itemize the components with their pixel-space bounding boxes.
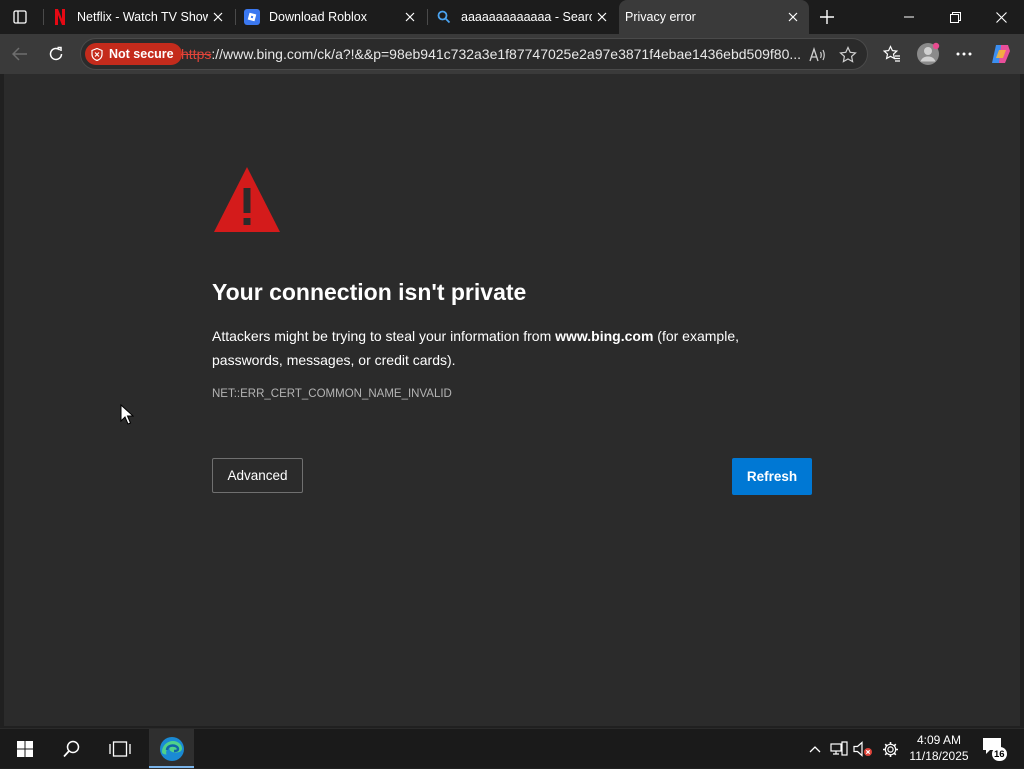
advanced-button[interactable]: Advanced — [212, 458, 303, 493]
roblox-icon — [244, 9, 260, 25]
minimize-button[interactable] — [886, 0, 932, 34]
url-text[interactable]: https://www.bing.com/ck/a?!&&p=98eb941c7… — [181, 46, 803, 62]
add-favorite-button[interactable] — [837, 44, 859, 66]
search-icon — [63, 740, 80, 758]
settings-tray-button[interactable] — [880, 739, 900, 759]
clock-date: 11/18/2025 — [909, 749, 969, 763]
browser-toolbar: Not secure https://www.bing.com/ck/a?!&&… — [0, 34, 1024, 74]
desc-text-1: Attackers might be trying to steal your … — [212, 328, 556, 344]
read-aloud-icon — [809, 47, 825, 62]
tab-netflix[interactable]: Netflix - Watch TV Shows Online — [44, 0, 234, 34]
volume-button[interactable] — [853, 739, 873, 759]
address-bar[interactable]: Not secure https://www.bing.com/ck/a?!&&… — [80, 38, 868, 70]
tab-actions-button[interactable] — [6, 5, 34, 29]
tab-title: Netflix - Watch TV Shows Online — [77, 10, 208, 24]
close-tab-icon[interactable] — [208, 7, 228, 27]
restore-icon — [949, 11, 961, 23]
volume-muted-icon — [853, 741, 872, 757]
tab-title: Privacy error — [625, 10, 696, 24]
network-button[interactable] — [829, 739, 849, 759]
windows-logo-icon — [17, 741, 33, 757]
copilot-icon — [992, 45, 1010, 63]
favorites-star-icon — [883, 45, 900, 62]
tab-title: aaaaaaaaaaaaa - Search — [461, 10, 592, 24]
page-title: Your connection isn't private — [212, 279, 527, 305]
settings-more-button[interactable] — [949, 39, 979, 69]
privacy-error-page: Your connection isn't private Attackers … — [4, 74, 1020, 726]
restore-button[interactable] — [932, 0, 978, 34]
tab-strip: Netflix - Watch TV Shows Online Download… — [0, 0, 1024, 34]
mouse-cursor-icon — [120, 404, 134, 425]
task-view-icon — [109, 741, 131, 757]
read-aloud-button[interactable] — [807, 44, 829, 66]
show-hidden-icons-button[interactable] — [805, 739, 825, 759]
close-tab-icon[interactable] — [592, 7, 612, 27]
error-description: Attackers might be trying to steal your … — [212, 324, 772, 372]
taskbar-edge-button[interactable] — [149, 729, 194, 769]
refresh-button[interactable]: Refresh — [732, 458, 812, 495]
close-tab-icon[interactable] — [783, 7, 803, 27]
close-window-button[interactable] — [978, 0, 1024, 34]
error-code[interactable]: NET::ERR_CERT_COMMON_NAME_INVALID — [212, 388, 452, 400]
search-icon — [436, 9, 452, 25]
tab-search[interactable]: aaaaaaaaaaaaa - Search — [428, 0, 618, 34]
tab-privacy-error[interactable]: Privacy error — [619, 0, 809, 34]
profile-button[interactable] — [913, 39, 943, 69]
close-icon — [995, 11, 1007, 23]
plus-icon — [820, 10, 834, 24]
clock-time: 4:09 AM — [916, 733, 962, 747]
chevron-up-icon — [809, 746, 821, 753]
url-scheme: https — [181, 46, 212, 62]
minimize-icon — [904, 16, 914, 18]
desc-domain: www.bing.com — [555, 328, 654, 344]
shield-warning-icon — [91, 47, 103, 61]
back-button[interactable] — [5, 39, 35, 69]
warning-triangle-icon — [214, 167, 280, 232]
edge-icon — [159, 737, 184, 761]
notification-center-button[interactable]: 16 — [982, 737, 1008, 761]
not-secure-badge[interactable]: Not secure — [85, 43, 182, 65]
netflix-icon — [52, 9, 68, 25]
reload-icon — [49, 46, 63, 61]
gear-icon — [882, 741, 898, 757]
star-icon — [839, 46, 857, 63]
refresh-page-button[interactable] — [41, 39, 71, 69]
taskbar: 4:09 AM 11/18/2025 16 — [0, 728, 1024, 769]
url-rest: ://www.bing.com/ck/a?!&&p=98eb941c732a3e… — [211, 46, 802, 62]
favorites-button[interactable] — [877, 39, 907, 69]
close-tab-icon[interactable] — [400, 7, 420, 27]
network-icon — [830, 741, 848, 756]
avatar — [917, 42, 940, 65]
tab-actions-icon — [13, 10, 27, 24]
tab-title: Download Roblox — [269, 10, 367, 24]
not-secure-label: Not secure — [109, 47, 174, 61]
task-view-button[interactable] — [97, 729, 143, 769]
more-dots-icon — [956, 52, 972, 56]
taskbar-search-button[interactable] — [49, 729, 95, 769]
copilot-button[interactable] — [986, 39, 1016, 69]
new-tab-button[interactable] — [814, 4, 840, 30]
notification-count-badge: 16 — [992, 747, 1007, 761]
system-clock[interactable]: 4:09 AM 11/18/2025 — [903, 732, 975, 764]
tab-roblox[interactable]: Download Roblox — [236, 0, 426, 34]
start-button[interactable] — [2, 729, 48, 769]
back-arrow-icon — [12, 47, 27, 61]
